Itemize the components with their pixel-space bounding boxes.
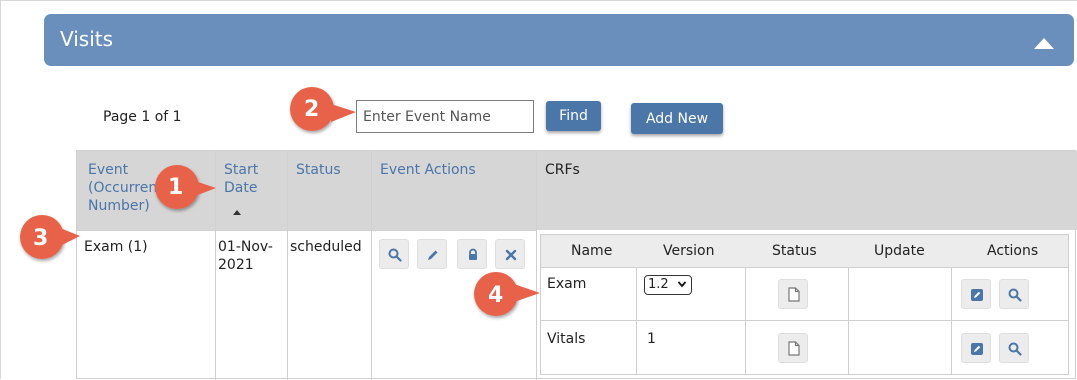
callout-marker-1: 1 (168, 175, 184, 200)
callout-marker-4: 4 (488, 283, 504, 308)
callout-overlay (20, 87, 540, 316)
callout-marker-3: 3 (33, 226, 49, 251)
callout-marker-2: 2 (304, 97, 320, 122)
